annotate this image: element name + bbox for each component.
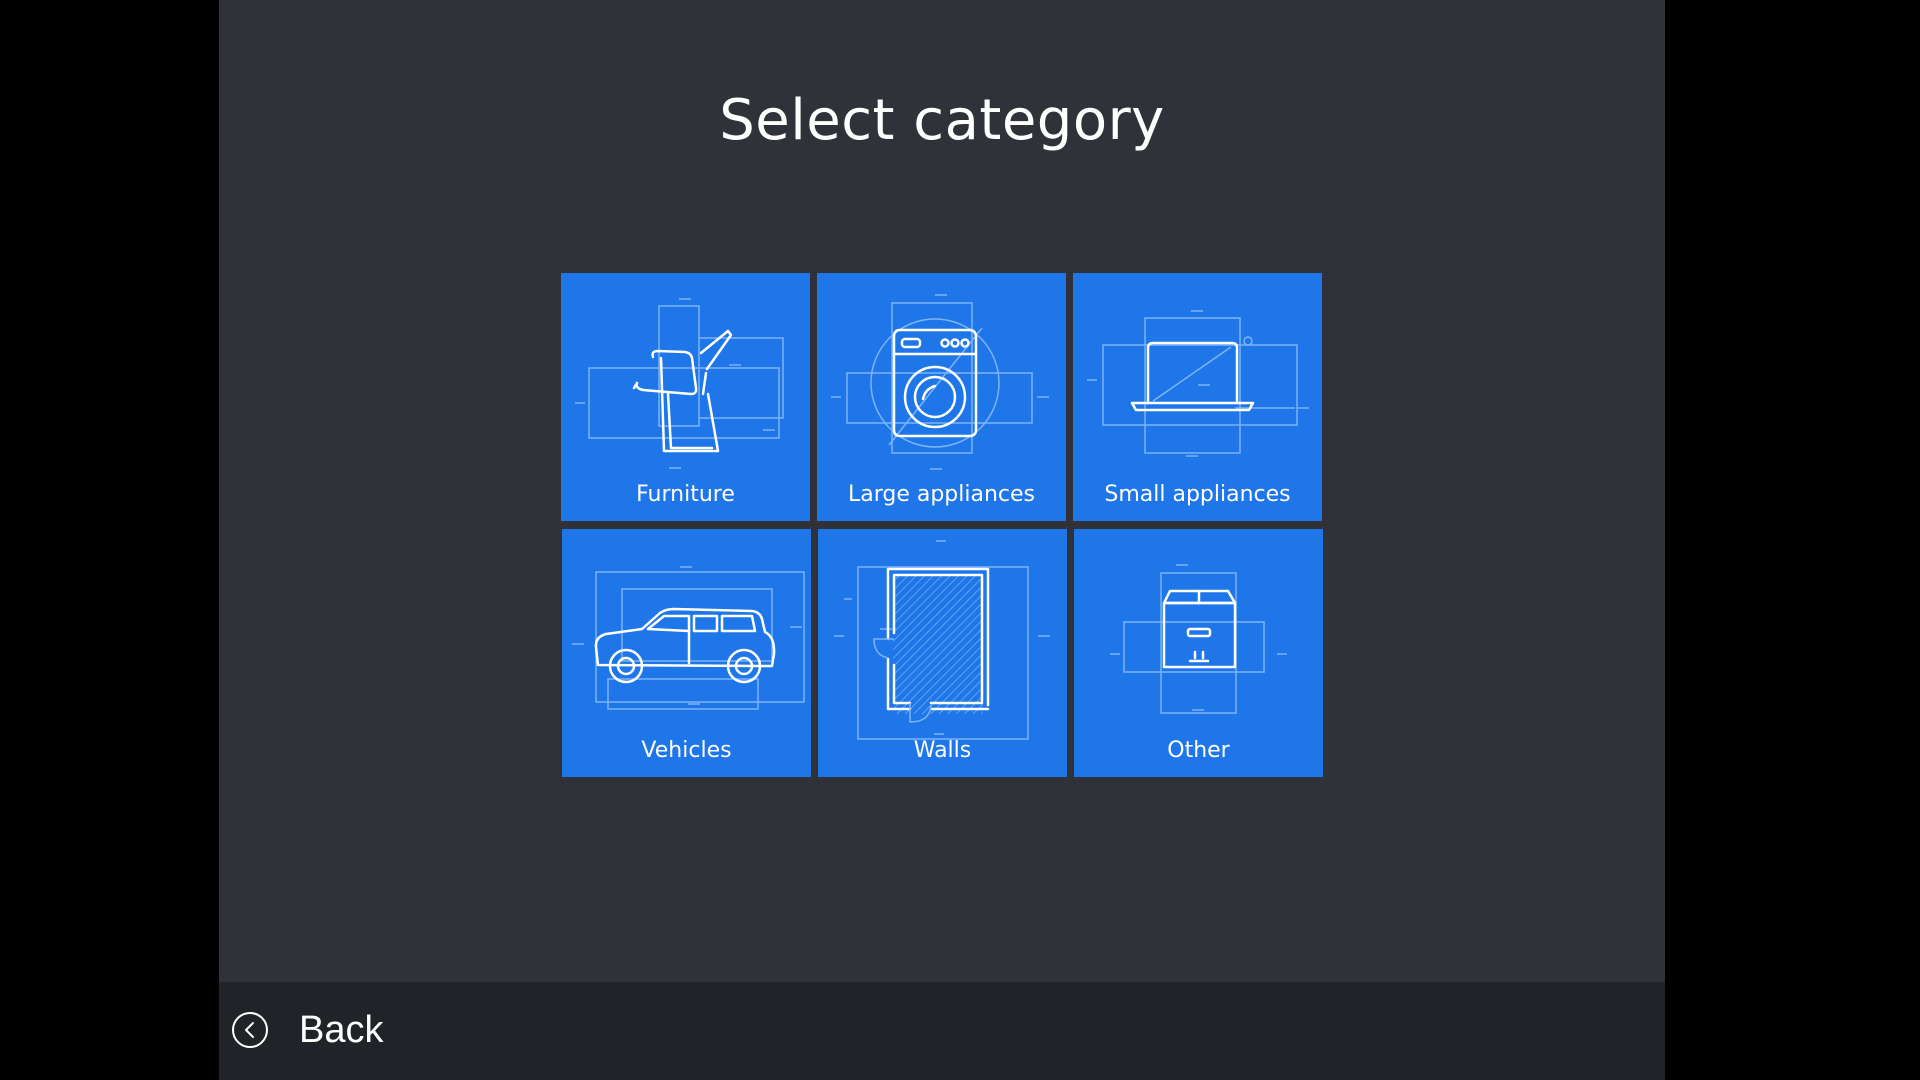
tile-label: Large appliances [847, 482, 1036, 507]
chevron-left-circle-icon [232, 1012, 268, 1048]
tile-vehicles[interactable]: Vehicles [562, 529, 811, 777]
app-screen: Select category Furniture Large applianc… [219, 0, 1665, 1080]
category-grid: Furniture Large appliances Small applian… [561, 273, 1331, 778]
tile-small-appliances[interactable]: Small appliances [1073, 273, 1322, 521]
tile-furniture[interactable]: Furniture [561, 273, 810, 521]
tile-label: Furniture [636, 482, 735, 507]
tile-walls[interactable]: Walls [818, 529, 1067, 777]
bottom-bar: Back [219, 982, 1665, 1080]
back-label: Back [299, 1009, 384, 1051]
tile-label: Other [1167, 738, 1230, 763]
tile-other[interactable]: Other [1074, 529, 1323, 777]
tile-label: Walls [913, 738, 972, 763]
back-button[interactable]: Back [231, 998, 383, 1062]
tile-label: Small appliances [1104, 482, 1291, 507]
tile-large-appliances[interactable]: Large appliances [817, 273, 1066, 521]
tile-label: Vehicles [641, 738, 732, 763]
page-title: Select category [719, 88, 1165, 153]
